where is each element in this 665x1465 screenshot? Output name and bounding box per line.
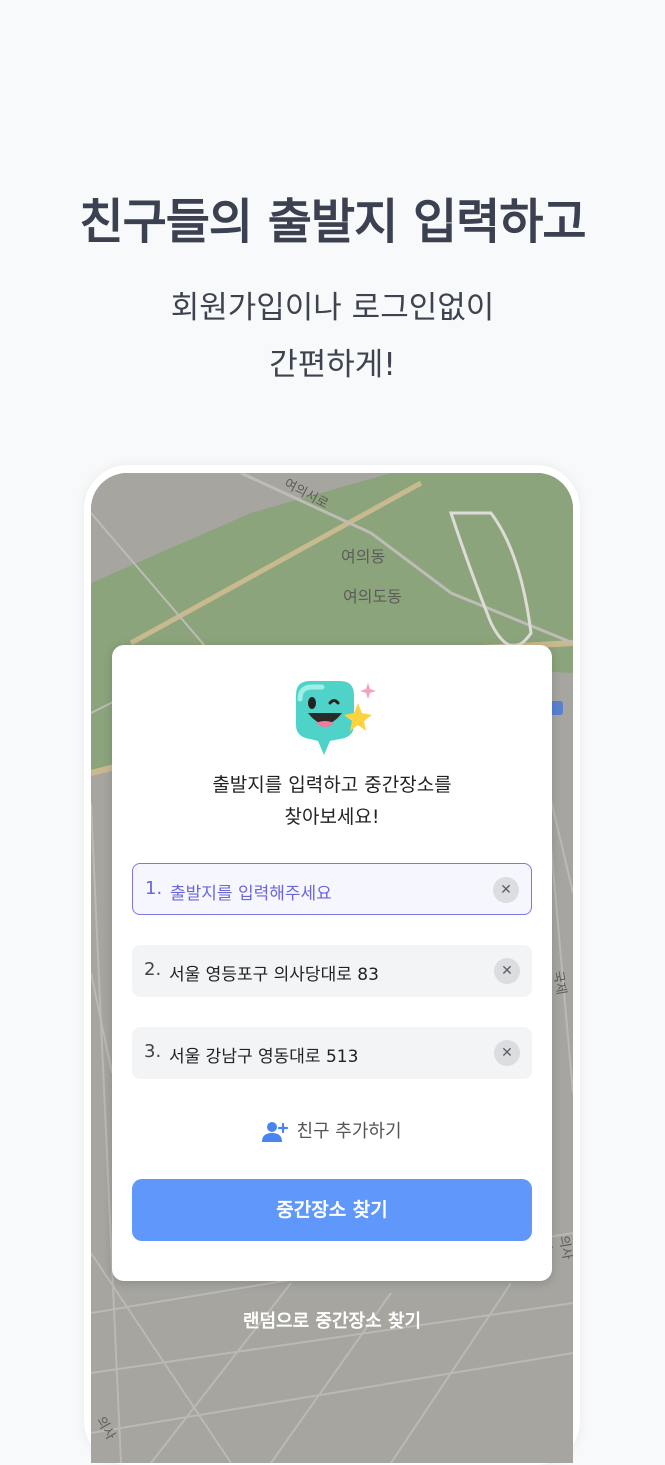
search-card: 출발지를 입력하고 중간장소를 찾아보세요! 1. 출발지를 입력해주세요 ✕ … — [112, 645, 552, 1281]
clear-icon[interactable]: ✕ — [493, 877, 519, 903]
origin-input-2[interactable]: 2. 서울 영등포구 의사당대로 83 ✕ — [132, 945, 532, 997]
subheadline-line-1: 회원가입이나 로그인없이 — [170, 290, 495, 326]
field-number: 1. — [145, 878, 163, 899]
headline: 친구들의 출발지 입력하고 — [79, 194, 586, 250]
field-number: 2. — [144, 959, 162, 980]
add-friend-label: 친구 추가하기 — [296, 1121, 402, 1142]
field-number: 3. — [144, 1041, 162, 1062]
card-title-line-1: 출발지를 입력하고 중간장소를 — [212, 774, 452, 796]
add-friend-button[interactable]: 친구 추가하기 — [112, 1117, 552, 1143]
origin-input-1[interactable]: 1. 출발지를 입력해주세요 ✕ — [132, 863, 532, 915]
subheadline: 회원가입이나 로그인없이 간편하게! — [0, 280, 665, 394]
add-user-icon — [262, 1122, 289, 1142]
map-label-right-top: 국제 — [549, 969, 569, 996]
field-placeholder: 출발지를 입력해주세요 — [170, 884, 332, 904]
card-title: 출발지를 입력하고 중간장소를 찾아보세요! — [112, 769, 552, 833]
map-label-neighborhood: 여의도동 — [343, 587, 402, 606]
find-midpoint-button[interactable]: 중간장소 찾기 — [132, 1179, 532, 1241]
phone-screen: 여의서로 여의동 여의도동 국제 의사당 의사 출발지를 입력하고 중간장소를 … — [91, 473, 573, 1463]
clear-icon[interactable]: ✕ — [494, 1040, 520, 1066]
card-title-line-2: 찾아보세요! — [284, 806, 380, 828]
map-label-district: 여의동 — [341, 547, 386, 566]
mascot-icon — [296, 681, 376, 755]
field-value: 서울 강남구 영동대로 513 — [169, 1047, 359, 1067]
clear-icon[interactable]: ✕ — [494, 958, 520, 984]
subheadline-line-2: 간편하게! — [269, 347, 396, 383]
origin-input-3[interactable]: 3. 서울 강남구 영동대로 513 ✕ — [132, 1027, 532, 1079]
field-value: 서울 영등포구 의사당대로 83 — [169, 965, 379, 985]
random-midpoint-link[interactable]: 랜덤으로 중간장소 찾기 — [91, 1307, 573, 1333]
